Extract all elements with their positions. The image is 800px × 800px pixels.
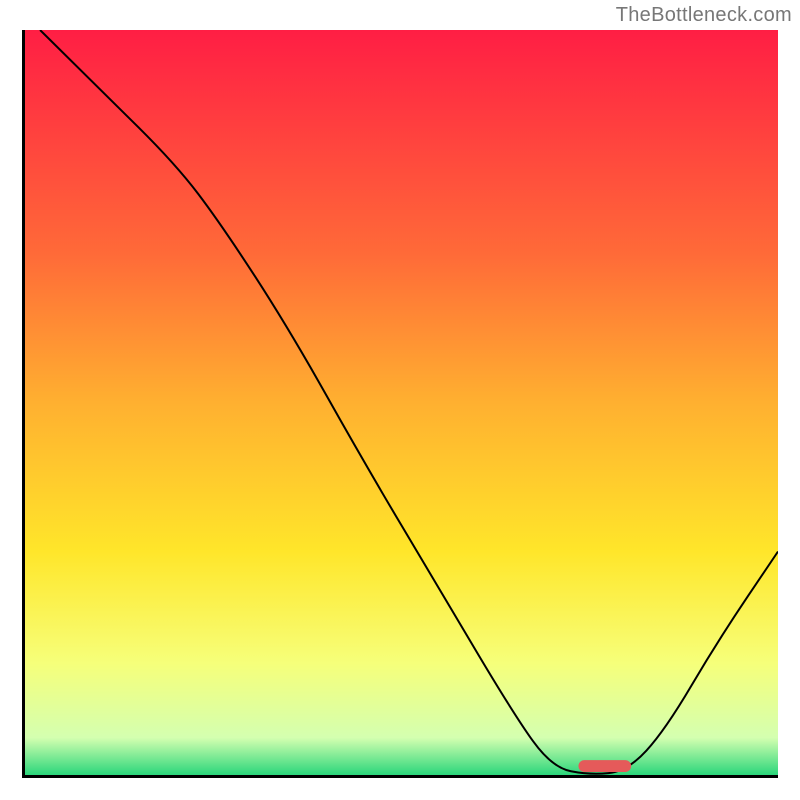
chart-frame: TheBottleneck.com (0, 0, 800, 800)
plot-area (22, 30, 778, 778)
chart-background (25, 30, 778, 775)
chart-svg (25, 30, 778, 775)
minimum-marker (578, 760, 631, 772)
watermark-text: TheBottleneck.com (616, 4, 792, 27)
